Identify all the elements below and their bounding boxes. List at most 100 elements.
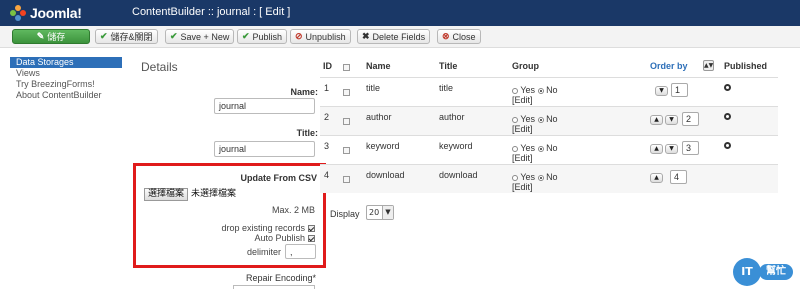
group-yes-label: Yes: [520, 143, 536, 153]
check-icon: ✔: [242, 31, 250, 41]
group-yes-radio[interactable]: [512, 117, 518, 123]
group-edit-link[interactable]: [Edit]: [512, 153, 533, 163]
move-up-button[interactable]: ▲: [650, 144, 663, 154]
table-row: 1 title title Yes No [Edit] ▼ 1: [320, 77, 778, 106]
row-title: download: [439, 170, 478, 180]
save-order-icon[interactable]: ▲▼: [703, 60, 714, 71]
published-icon[interactable]: [724, 142, 731, 149]
check-icon: ✔: [100, 31, 108, 41]
repair-encoding-input[interactable]: [233, 285, 315, 289]
group-no-radio[interactable]: [537, 175, 544, 181]
display-label: Display: [330, 209, 360, 219]
delete-fields-button[interactable]: ✖ Delete Fields: [357, 29, 431, 44]
row-group: Yes No [Edit]: [512, 143, 558, 163]
save-new-button[interactable]: ✔ Save + New: [165, 29, 235, 44]
group-edit-link[interactable]: [Edit]: [512, 124, 533, 134]
row-name: keyword: [366, 141, 400, 151]
row-title: author: [439, 112, 465, 122]
col-header-order-by[interactable]: Order by: [650, 61, 688, 71]
order-input[interactable]: 1: [671, 83, 688, 97]
table-row: 3 keyword keyword Yes No [Edit] ▲ ▼ 3: [320, 135, 778, 164]
save-close-button[interactable]: ✔ 儲存&關閉: [95, 29, 158, 44]
row-name: title: [366, 83, 381, 93]
choose-file-button[interactable]: 選擇檔案: [144, 188, 189, 201]
select-all-checkbox[interactable]: [343, 64, 350, 71]
group-edit-link[interactable]: [Edit]: [512, 95, 533, 105]
group-no-radio[interactable]: [537, 88, 544, 94]
publish-label: Publish: [252, 31, 283, 42]
close-button[interactable]: ⊗ Close: [437, 29, 481, 44]
group-no-label: No: [546, 114, 558, 124]
row-name: download: [366, 170, 405, 180]
display-limit-select[interactable]: 20 ▼: [366, 205, 394, 220]
publish-button[interactable]: ✔ Publish: [237, 29, 288, 44]
csv-heading: Update From CSV: [240, 173, 317, 183]
toolbar: ✎ 儲存 ✔ 儲存&關閉 ✔ Save + New ✔ Publish ⊘ Un…: [0, 26, 800, 48]
group-yes-label: Yes: [520, 85, 536, 95]
unpublish-icon: ⊘: [295, 31, 303, 41]
col-header-published: Published: [724, 61, 768, 71]
row-id: 2: [324, 112, 330, 122]
group-yes-radio[interactable]: [512, 146, 518, 152]
unpublish-label: Unpublish: [305, 31, 346, 42]
group-no-radio[interactable]: [537, 146, 544, 152]
sidebar-item-about[interactable]: About ContentBuilder: [10, 90, 122, 101]
drop-existing-checkbox[interactable]: [308, 225, 315, 232]
unpublish-button[interactable]: ⊘ Unpublish: [290, 29, 351, 44]
row-checkbox[interactable]: [343, 89, 350, 96]
row-checkbox[interactable]: [343, 176, 350, 183]
order-input[interactable]: 2: [682, 112, 699, 126]
order-input[interactable]: 4: [670, 170, 687, 184]
group-yes-radio[interactable]: [512, 175, 518, 181]
move-up-button[interactable]: ▲: [650, 173, 663, 183]
group-no-radio[interactable]: [537, 117, 544, 123]
sidebar-item-views[interactable]: Views: [10, 68, 122, 79]
title-label: Title:: [296, 128, 318, 138]
display-limit-value: 20: [369, 208, 380, 217]
file-status: 未選擇檔案: [191, 189, 237, 199]
move-down-button[interactable]: ▼: [655, 86, 668, 96]
delimiter-label: delimiter: [246, 247, 281, 257]
check-icon: ✔: [170, 31, 178, 41]
chevron-down-icon: ▼: [382, 206, 393, 219]
order-input[interactable]: 3: [682, 141, 699, 155]
title-input[interactable]: journal: [214, 141, 315, 157]
row-id: 1: [324, 83, 330, 93]
sidebar-item-try-breezingforms[interactable]: Try BreezingForms!: [10, 79, 122, 90]
save-button[interactable]: ✎ 儲存: [12, 29, 90, 44]
move-up-button[interactable]: ▲: [650, 115, 663, 125]
group-yes-radio[interactable]: [512, 88, 518, 94]
delete-fields-label: Delete Fields: [372, 31, 426, 42]
published-icon[interactable]: [724, 84, 731, 91]
auto-publish-checkbox[interactable]: [308, 235, 315, 242]
sidebar: Data Storages Views Try BreezingForms! A…: [10, 57, 122, 101]
col-header-id[interactable]: ID: [323, 61, 332, 71]
group-edit-link[interactable]: [Edit]: [512, 182, 533, 192]
table-row: 2 author author Yes No [Edit] ▲ ▼ 2: [320, 106, 778, 135]
group-yes-label: Yes: [520, 172, 536, 182]
table-row: 4 download download Yes No [Edit] ▲ 4: [320, 164, 778, 193]
name-input[interactable]: journal: [214, 98, 315, 114]
group-no-label: No: [546, 172, 558, 182]
edit-icon: ✎: [36, 31, 45, 41]
delimiter-input[interactable]: ,: [285, 244, 316, 259]
sidebar-item-data-storages[interactable]: Data Storages: [10, 57, 122, 68]
move-down-button[interactable]: ▼: [665, 115, 678, 125]
close-icon: ⊗: [442, 31, 450, 41]
move-down-button[interactable]: ▼: [665, 144, 678, 154]
group-no-label: No: [546, 143, 558, 153]
col-header-name: Name: [366, 61, 391, 71]
auto-publish-label: Auto Publish: [254, 233, 305, 243]
save-new-label: Save + New: [180, 31, 230, 42]
joomla-logo[interactable]: Joomla!: [10, 4, 82, 22]
row-checkbox[interactable]: [343, 118, 350, 125]
row-checkbox[interactable]: [343, 147, 350, 154]
joomla-logo-text: Joomla!: [30, 5, 82, 21]
row-title: title: [439, 83, 454, 93]
save-close-label: 儲存&關閉: [110, 32, 153, 42]
ithome-watermark-logo: IT 幫忙: [733, 258, 795, 286]
watermark-badge: IT: [733, 258, 761, 286]
published-icon[interactable]: [724, 113, 731, 120]
row-id: 3: [324, 141, 330, 151]
name-label: Name:: [290, 87, 318, 97]
